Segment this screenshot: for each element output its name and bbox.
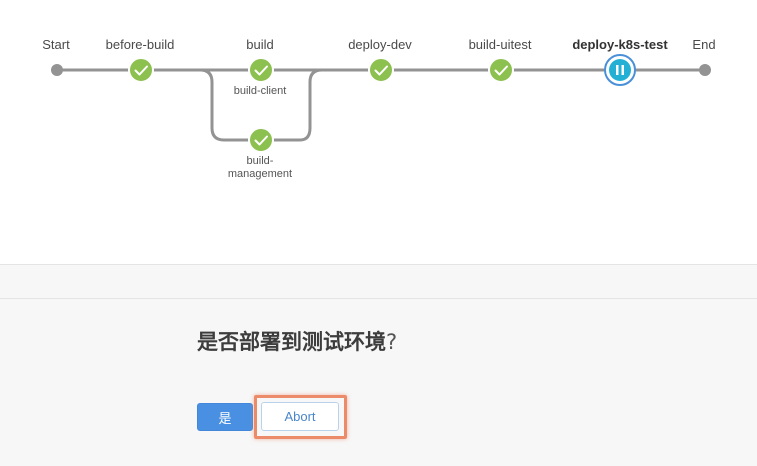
stage-label-start: Start <box>42 37 70 52</box>
abort-button[interactable]: Abort <box>261 402 339 431</box>
proceed-button[interactable]: 是 <box>197 403 253 431</box>
stage-label-end: End <box>692 37 716 52</box>
input-request-panel: 是否部署到测试环境? 是 Abort <box>0 299 757 466</box>
stage-label-deploy-k8s-test: deploy-k8s-test <box>572 37 668 52</box>
stage-label-deploy-dev: deploy-dev <box>348 37 412 52</box>
section-divider <box>0 264 757 299</box>
stage-node-build-client[interactable] <box>248 57 274 83</box>
stage-label-build-uitest: build-uitest <box>468 37 532 52</box>
end-node <box>699 64 711 76</box>
stage-label-build: build <box>246 37 274 52</box>
pipeline-graph: Start before-build build deploy-dev buil… <box>0 0 757 264</box>
branch-label-build-management: build- management <box>227 155 293 180</box>
input-question: 是否部署到测试环境? <box>197 326 397 356</box>
input-question-text: 是否部署到测试环境 <box>197 330 386 354</box>
stage-node-deploy-dev[interactable] <box>368 57 394 83</box>
input-question-mark: ? <box>386 330 398 354</box>
stage-label-before-build: before-build <box>105 37 175 52</box>
stage-node-deploy-k8s-test[interactable] <box>604 54 636 86</box>
stage-node-before-build[interactable] <box>128 57 154 83</box>
start-node <box>51 64 63 76</box>
stage-node-build-uitest[interactable] <box>488 57 514 83</box>
branch-label-build-client: build-client <box>233 85 287 97</box>
stage-node-build-management[interactable] <box>248 127 274 153</box>
